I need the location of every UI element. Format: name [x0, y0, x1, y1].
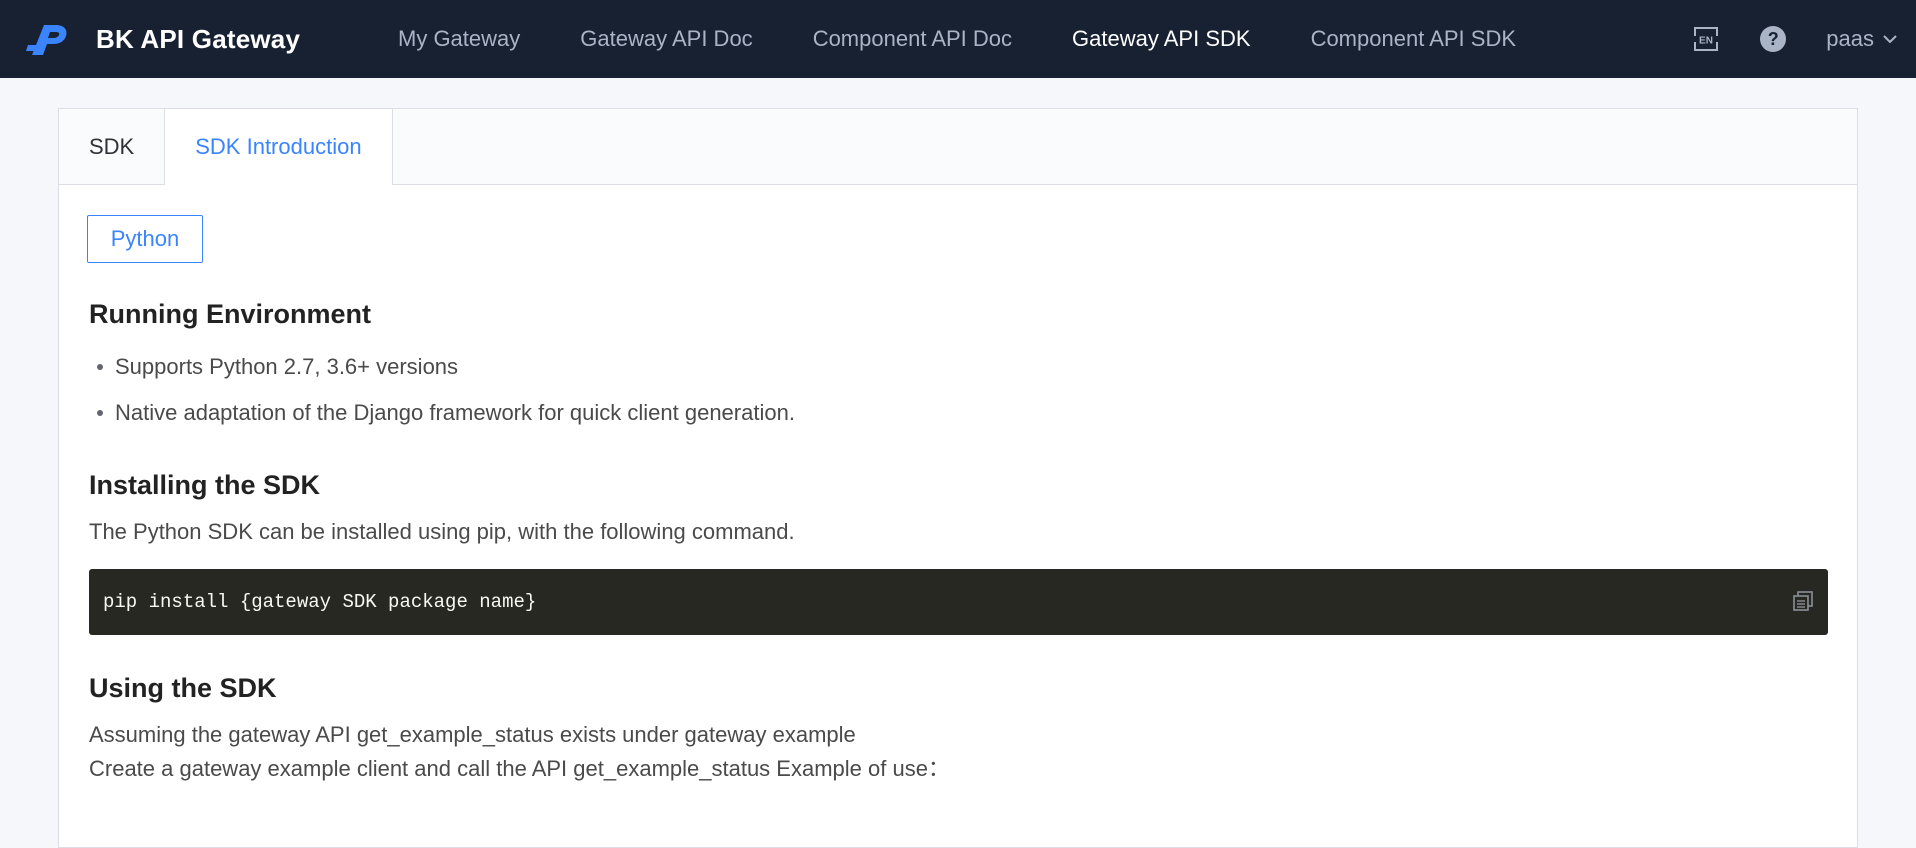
running-environment-heading: Running Environment — [89, 299, 371, 329]
chevron-down-icon — [1883, 35, 1897, 44]
environment-list: Supports Python 2.7, 3.6+ versions Nativ… — [89, 344, 1827, 436]
usage-description: Assuming the gateway API get_example_sta… — [89, 718, 1827, 786]
tab-bar: SDK SDK Introduction — [59, 109, 1857, 185]
list-item: Native adaptation of the Django framewor… — [89, 390, 1827, 436]
help-icon[interactable]: ? — [1760, 26, 1787, 52]
main-nav: My Gateway Gateway API Doc Component API… — [398, 0, 1576, 78]
user-menu[interactable]: paas — [1826, 26, 1898, 52]
nav-gateway-api-doc[interactable]: Gateway API Doc — [580, 26, 752, 52]
tab-sdk[interactable]: SDK — [59, 109, 164, 184]
install-command: pip install {gateway SDK package name} — [103, 591, 537, 613]
install-description: The Python SDK can be installed using pi… — [89, 519, 795, 544]
copy-icon[interactable] — [1792, 590, 1814, 612]
bullet-icon — [97, 364, 103, 370]
language-en-icon[interactable]: EN — [1692, 25, 1721, 53]
sdk-content-card: SDK SDK Introduction Python Running Envi… — [58, 108, 1858, 848]
python-language-button[interactable]: Python — [87, 215, 203, 263]
using-sdk-heading: Using the SDK — [89, 673, 277, 703]
nav-component-api-doc[interactable]: Component API Doc — [813, 26, 1012, 52]
nav-my-gateway[interactable]: My Gateway — [398, 26, 520, 52]
api-gateway-logo-icon — [26, 25, 67, 55]
top-navigation-bar: BK API Gateway My Gateway Gateway API Do… — [0, 0, 1916, 78]
brand-title: BK API Gateway — [96, 23, 301, 54]
nav-gateway-api-sdk[interactable]: Gateway API SDK — [1072, 26, 1251, 52]
installing-sdk-heading: Installing the SDK — [89, 470, 321, 500]
usage-line-1: Assuming the gateway API get_example_sta… — [89, 722, 856, 747]
brand[interactable]: BK API Gateway — [26, 21, 346, 57]
bullet-icon — [97, 410, 103, 416]
install-code-block[interactable]: pip install {gateway SDK package name} — [89, 569, 1828, 635]
list-item: Supports Python 2.7, 3.6+ versions — [89, 344, 1827, 390]
tab-sdk-introduction[interactable]: SDK Introduction — [164, 109, 393, 185]
list-item-text: Native adaptation of the Django framewor… — [115, 400, 795, 425]
topbar-actions: EN ? paas — [1692, 0, 1898, 78]
nav-component-api-sdk[interactable]: Component API SDK — [1311, 26, 1516, 52]
username: paas — [1826, 26, 1874, 51]
list-item-text: Supports Python 2.7, 3.6+ versions — [115, 354, 459, 379]
help-icon-glyph: ? — [1767, 28, 1779, 49]
sdk-introduction-panel: Python Running Environment Supports Pyth… — [59, 185, 1857, 786]
svg-text:EN: EN — [1699, 36, 1713, 47]
usage-line-2: Create a gateway example client and call… — [89, 756, 950, 781]
